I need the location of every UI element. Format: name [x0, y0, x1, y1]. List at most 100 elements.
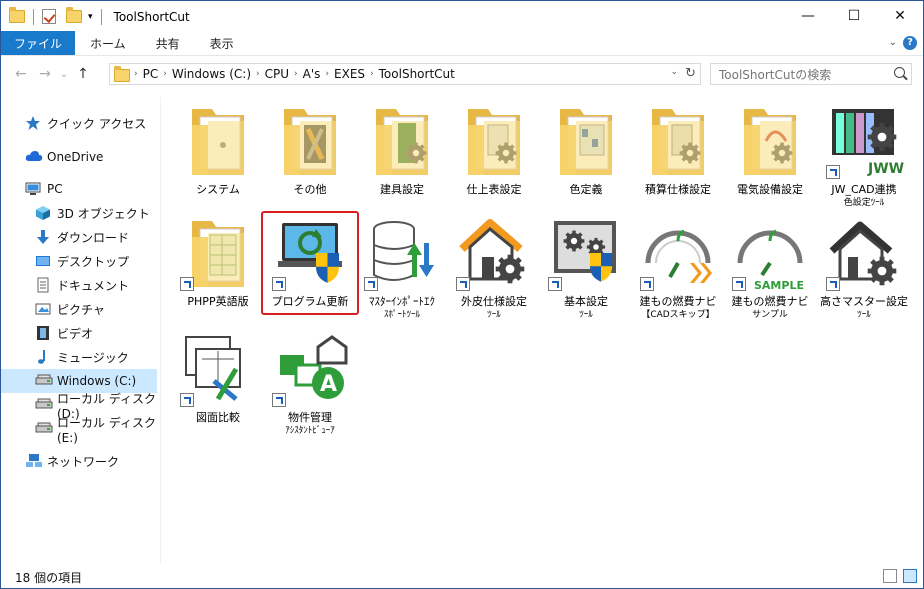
sidebar-item[interactable]: ダウンロード [1, 225, 157, 249]
tab-file[interactable]: ファイル [1, 31, 76, 55]
sidebar-item[interactable]: ネットワーク [1, 449, 157, 473]
folder-door-icon [362, 101, 442, 181]
close-button[interactable]: ✕ [877, 1, 923, 31]
file-item[interactable]: 高さマスター設定 ﾂｰﾙ [819, 213, 909, 323]
navigation-pane: クイック アクセス OneDrive PC 3D オブジェクト ダウンロード デスクトップ… [1, 97, 161, 564]
recent-locations-button[interactable]: ⌄ [57, 69, 71, 80]
drive-icon [35, 421, 53, 437]
file-item-label: JW_CAD連携 [831, 183, 897, 196]
shortcut-arrow-icon [180, 393, 194, 407]
maximize-button[interactable]: ☐ [831, 1, 877, 31]
sidebar-item[interactable]: 3D オブジェクト [1, 201, 157, 225]
desktop-icon [35, 253, 51, 269]
file-item-sublabel: ﾂｰﾙ [857, 310, 871, 320]
svg-text:A: A [320, 372, 337, 397]
file-item[interactable]: その他 [265, 101, 355, 211]
sidebar-item[interactable]: ローカル ディスク (E:) [1, 416, 157, 445]
file-item[interactable]: PHPP英語版 [173, 213, 263, 323]
sidebar-item[interactable]: クイック アクセス [1, 111, 157, 135]
tab-view[interactable]: 表示 [195, 31, 249, 55]
tab-home[interactable]: ホーム [75, 31, 141, 55]
up-button[interactable]: ↑ [71, 66, 95, 82]
file-item-sublabel: ﾂｰﾙ [579, 310, 593, 320]
sidebar-item[interactable]: ビデオ [1, 321, 157, 345]
download-icon [35, 229, 51, 245]
address-bar[interactable]: › PC › Windows (C:) › CPU › A's › EXES ›… [109, 63, 701, 85]
refresh-button[interactable]: ↻ [685, 66, 696, 81]
shortcut-arrow-icon [640, 277, 654, 291]
explorer-window: ▾ ToolShortCut — ☐ ✕ ファイル ホーム 共有 表示 ⌄ ? … [0, 0, 924, 589]
search-icon [894, 67, 905, 78]
document-icon [35, 277, 51, 293]
file-item[interactable]: 図面比較 [173, 329, 263, 439]
breadcrumb-toolshortcut[interactable]: ToolShortCut [374, 67, 460, 81]
breadcrumb-as[interactable]: A's [298, 67, 326, 81]
sidebar-item-label: クイック アクセス [47, 116, 147, 131]
breadcrumb-exes[interactable]: EXES [329, 67, 370, 81]
shortcut-arrow-icon [180, 277, 194, 291]
search-box[interactable]: ToolShortCutの検索 [710, 63, 912, 85]
sidebar-item[interactable]: ミュージック [1, 345, 157, 369]
help-icon[interactable]: ? [903, 36, 917, 50]
file-item-label: 建もの燃費ナビ [639, 295, 717, 308]
file-item[interactable]: 積算仕様設定 [633, 101, 723, 211]
file-item[interactable]: A 物件管理 ｱｼｽﾀﾝﾄﾋﾞｭｰｱ [265, 329, 355, 439]
divider [100, 8, 102, 25]
sidebar-item[interactable]: ドキュメント [1, 273, 157, 297]
forward-button[interactable]: → [33, 66, 57, 82]
settings-shield-icon [546, 213, 626, 293]
address-dropdown-button[interactable]: ⌄ [670, 67, 678, 77]
tab-share[interactable]: 共有 [141, 31, 195, 55]
highlight-frame [261, 211, 359, 315]
minimize-button[interactable]: — [785, 1, 831, 31]
jww-icon: JWW [824, 101, 904, 181]
shortcut-arrow-icon [826, 277, 840, 291]
title-bar: ▾ ToolShortCut — ☐ ✕ [1, 1, 923, 32]
sidebar-item[interactable]: デスクトップ [1, 249, 157, 273]
breadcrumb-pc[interactable]: PC [138, 67, 164, 81]
sidebar-item-label: ローカル ディスク (E:) [57, 415, 156, 445]
sidebar-item[interactable]: OneDrive [1, 145, 157, 169]
shortcut-arrow-icon [364, 277, 378, 291]
file-list: システム その他 建具設定 仕上表設定 色定義 積算仕様設定 電気設備設定 JW… [161, 97, 923, 564]
divider [33, 8, 34, 25]
file-item-label: ﾏｽﾀｰｲﾝﾎﾟｰﾄｴｸ [369, 295, 435, 308]
file-item[interactable]: 建具設定 [357, 101, 447, 211]
file-item[interactable]: 仕上表設定 [449, 101, 539, 211]
back-button[interactable]: ← [9, 66, 33, 82]
file-item-label: 仕上表設定 [466, 183, 522, 196]
file-item[interactable]: 色定義 [541, 101, 631, 211]
large-icons-view-icon[interactable] [903, 569, 917, 583]
breadcrumb-windows-c[interactable]: Windows (C:) [167, 67, 256, 81]
house-gear-icon [454, 213, 534, 293]
sidebar-item-label: OneDrive [47, 150, 104, 164]
network-icon [25, 453, 42, 469]
scrollbar[interactable] [907, 97, 923, 564]
file-item[interactable]: ﾏｽﾀｰｲﾝﾎﾟｰﾄｴｸ ｽﾎﾟｰﾄﾂｰﾙ [357, 213, 447, 323]
file-item[interactable]: 基本設定 ﾂｰﾙ [541, 213, 631, 323]
breadcrumb-cpu[interactable]: CPU [260, 67, 294, 81]
properties-icon[interactable] [42, 9, 56, 24]
file-item-label: 基本設定 [564, 295, 608, 308]
chevron-down-icon[interactable]: ▾ [88, 12, 93, 22]
sidebar-item[interactable]: ピクチャ [1, 297, 157, 321]
assistant-icon: A [270, 329, 350, 409]
search-placeholder: ToolShortCutの検索 [719, 67, 832, 82]
sidebar-item-label: Windows (C:) [57, 374, 137, 388]
file-item[interactable]: 建もの燃費ナビ 【CADスキップ】 [633, 213, 723, 323]
database-icon [362, 213, 442, 293]
file-item[interactable]: システム [173, 101, 263, 211]
folder-tools-icon [270, 101, 350, 181]
file-item[interactable]: 外皮仕様設定 ﾂｰﾙ [449, 213, 539, 323]
sidebar-item[interactable]: PC [1, 177, 157, 201]
file-item[interactable]: SAMPLE 建もの燃費ナビ サンプル [725, 213, 815, 323]
chevron-down-icon[interactable]: ⌄ [889, 37, 897, 48]
new-folder-icon[interactable] [66, 7, 82, 23]
folder-icon [9, 7, 25, 23]
file-item-label: 図面比較 [196, 411, 240, 424]
gauge-sample-icon: SAMPLE [730, 213, 810, 293]
file-item[interactable]: JWW JW_CAD連携 色設定ﾂｰﾙ [819, 101, 909, 211]
details-view-icon[interactable] [883, 569, 897, 583]
file-item[interactable]: 電気設備設定 [725, 101, 815, 211]
folder-system-icon [178, 101, 258, 181]
